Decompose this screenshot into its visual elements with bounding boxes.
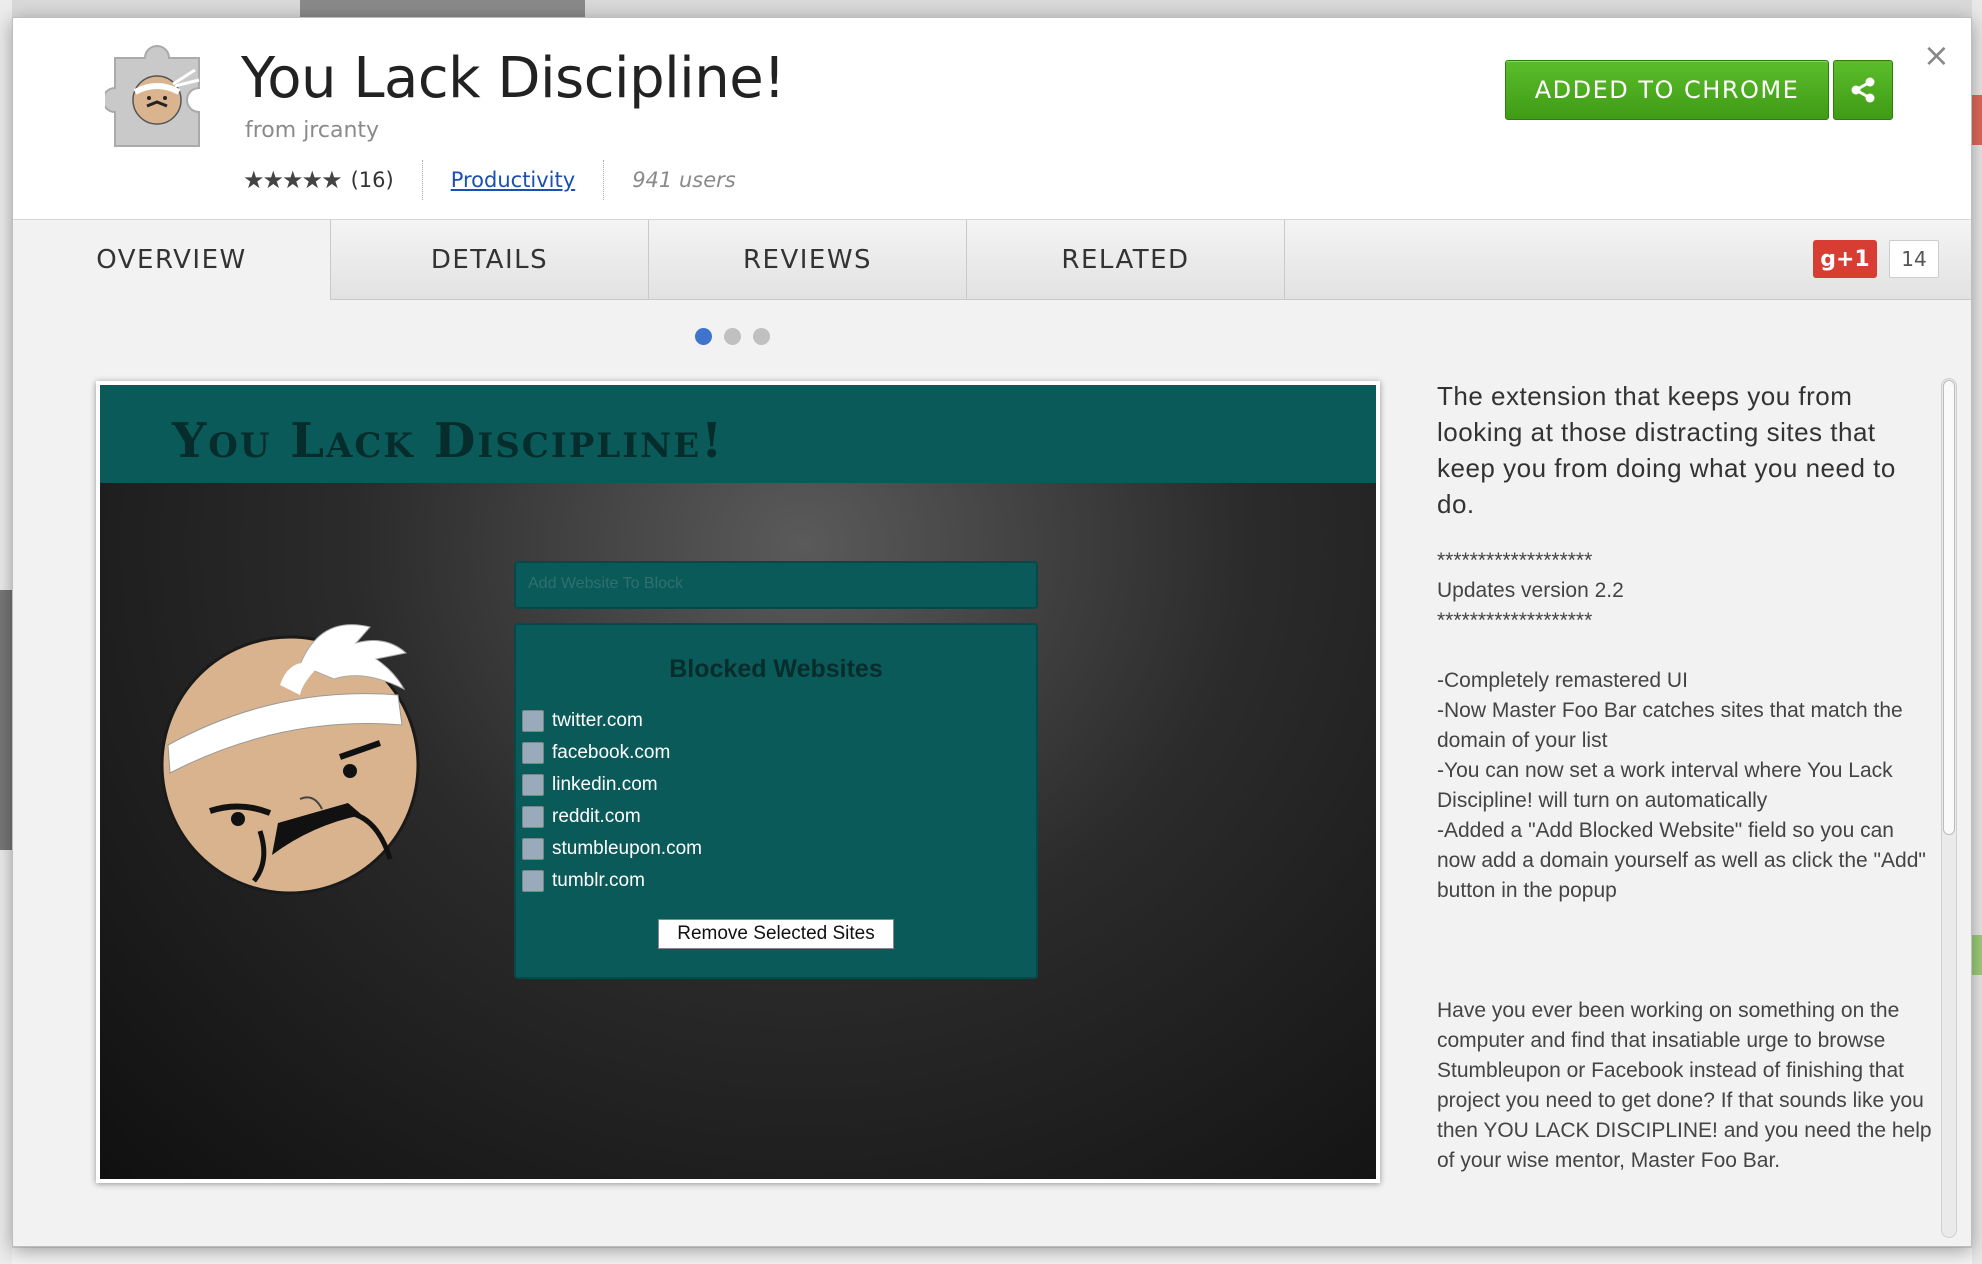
site-label: facebook.com: [552, 742, 671, 763]
background-page-bottom: [12, 1248, 1972, 1264]
scrollbar-thumb[interactable]: [1943, 380, 1955, 835]
category-link[interactable]: Productivity: [451, 168, 576, 192]
background-page-badge-green: [1972, 935, 1982, 975]
background-page-left-dark: [0, 590, 12, 850]
tab-overview[interactable]: OVERVIEW: [13, 220, 331, 300]
list-item[interactable]: stumbleupon.com: [522, 833, 702, 865]
extension-description: The extension that keeps you from lookin…: [1437, 378, 1937, 1176]
list-item[interactable]: tumblr.com: [522, 865, 702, 897]
background-page-strip: [300, 0, 585, 18]
google-plus-count: 14: [1889, 240, 1939, 278]
extension-meta: ★★★★★ (16) Productivity 941 users: [243, 158, 736, 202]
carousel-dots: [695, 328, 770, 345]
background-page-badge: [1972, 95, 1982, 145]
carousel-dot[interactable]: [753, 328, 770, 345]
site-checkbox[interactable]: [522, 710, 544, 732]
list-item[interactable]: facebook.com: [522, 737, 702, 769]
list-item[interactable]: twitter.com: [522, 705, 702, 737]
add-website-input[interactable]: Add Website To Block: [514, 561, 1038, 609]
added-to-chrome-button[interactable]: ADDED TO CHROME: [1505, 60, 1829, 120]
blocked-websites-title: Blocked Websites: [669, 655, 883, 683]
site-checkbox[interactable]: [522, 742, 544, 764]
list-item[interactable]: reddit.com: [522, 801, 702, 833]
site-label: twitter.com: [552, 710, 643, 731]
google-plus-one-button[interactable]: g+1: [1813, 240, 1877, 278]
site-checkbox[interactable]: [522, 774, 544, 796]
description-lead: The extension that keeps you from lookin…: [1437, 381, 1896, 519]
close-icon[interactable]: ×: [1923, 36, 1950, 74]
rating-stars-icon[interactable]: ★★★★★: [243, 166, 343, 194]
carousel-dot[interactable]: [724, 328, 741, 345]
screenshot-preview[interactable]: You Lack Discipline! Add Website To Bloc…: [96, 381, 1380, 1183]
blocked-websites-panel: Blocked Websites twitter.com facebook.co…: [514, 623, 1038, 979]
preview-banner-title: You Lack Discipline!: [172, 413, 725, 469]
master-foo-bar-illustration: [150, 585, 470, 905]
background-page-right: [1972, 0, 1982, 1264]
dialog-header: You Lack Discipline! from jrcanty ★★★★★ …: [13, 18, 1971, 220]
tab-related[interactable]: RELATED: [967, 220, 1285, 300]
extension-author: from jrcanty: [245, 118, 380, 143]
extension-title: You Lack Discipline!: [241, 46, 786, 111]
share-button[interactable]: [1833, 60, 1893, 120]
meta-separator: [421, 160, 423, 200]
extension-detail-dialog: You Lack Discipline! from jrcanty ★★★★★ …: [12, 17, 1972, 1247]
site-checkbox[interactable]: [522, 806, 544, 828]
tab-bar-fill: g+1 14: [1285, 220, 1971, 300]
rating-count[interactable]: (16): [351, 168, 394, 192]
list-item[interactable]: linkedin.com: [522, 769, 702, 801]
tab-reviews[interactable]: REVIEWS: [649, 220, 967, 300]
description-body: ******************* Updates version 2.2 …: [1437, 549, 1932, 1172]
remove-selected-sites-button[interactable]: Remove Selected Sites: [658, 919, 894, 949]
share-icon: [1851, 77, 1875, 103]
site-label: linkedin.com: [552, 774, 658, 795]
description-scrollbar[interactable]: [1941, 378, 1957, 1238]
site-label: tumblr.com: [552, 870, 645, 891]
site-checkbox[interactable]: [522, 838, 544, 860]
user-count: 941 users: [632, 168, 736, 192]
site-checkbox[interactable]: [522, 870, 544, 892]
blocked-site-list: twitter.com facebook.com linkedin.com re…: [522, 705, 702, 897]
meta-separator: [603, 160, 605, 200]
carousel-dot[interactable]: [695, 328, 712, 345]
extension-icon: [102, 28, 221, 156]
tab-details[interactable]: DETAILS: [331, 220, 649, 300]
site-label: stumbleupon.com: [552, 838, 702, 859]
tab-bar: OVERVIEW DETAILS REVIEWS RELATED g+1 14: [13, 220, 1971, 300]
preview-banner: You Lack Discipline!: [100, 385, 1376, 483]
site-label: reddit.com: [552, 806, 641, 827]
